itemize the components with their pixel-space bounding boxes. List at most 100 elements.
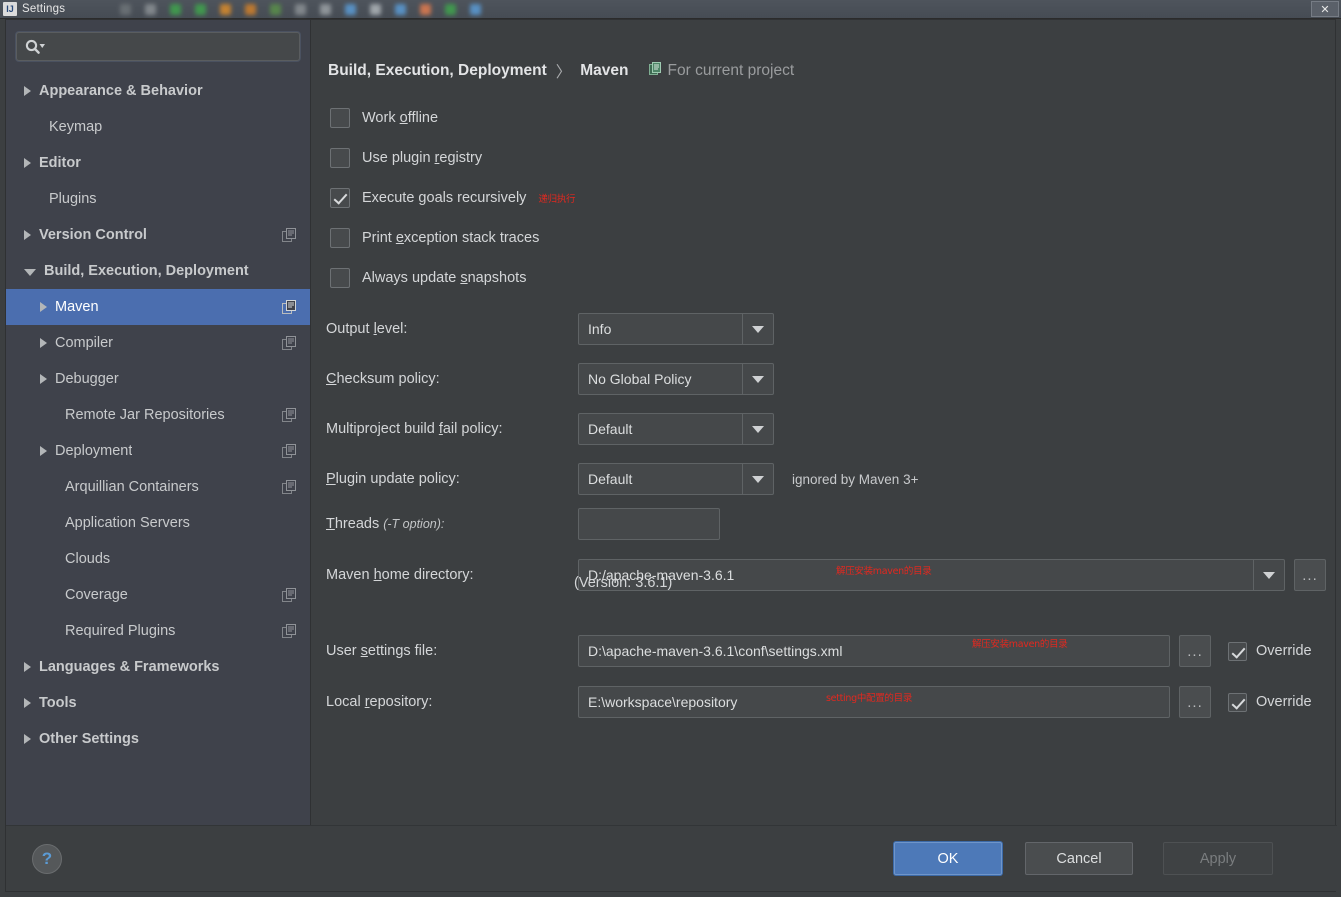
print-exception-stack-traces-checkbox[interactable] <box>330 228 350 248</box>
ok-button[interactable]: OK <box>894 842 1002 875</box>
chevron-down-icon[interactable] <box>742 314 773 344</box>
user-settings-file-value: D:\apache-maven-3.6.1\conf\settings.xml <box>588 643 843 659</box>
chevron-down-icon[interactable] <box>24 268 36 276</box>
sidebar-item-label: Tools <box>39 695 77 711</box>
field-row-checksum-policy: Checksum policy: No Global Policy <box>326 363 1096 395</box>
user-settings-override-checkbox[interactable] <box>1228 641 1247 661</box>
field-row-output-level: Output level: Info <box>326 313 1096 345</box>
local-repository-override-row[interactable]: Override <box>1228 692 1312 712</box>
search-input[interactable] <box>50 39 291 54</box>
sidebar-item-label: Required Plugins <box>65 623 176 639</box>
threads-label-option: (-T option): <box>383 517 445 531</box>
output-level-value: Info <box>588 321 612 337</box>
background-toolbar-icons <box>120 0 920 19</box>
chevron-down-icon[interactable] <box>742 464 773 494</box>
user-settings-override-row[interactable]: Override <box>1228 641 1312 661</box>
help-button[interactable]: ? <box>32 844 62 874</box>
user-settings-override-label: Override <box>1256 643 1312 659</box>
chevron-right-icon[interactable] <box>40 338 47 348</box>
apply-button[interactable]: Apply <box>1163 842 1273 875</box>
execute-goals-recursively-checkbox[interactable] <box>330 188 350 208</box>
sidebar-item-label: Appearance & Behavior <box>39 83 203 99</box>
checkbox-row-always-update-snapshots[interactable]: Always update snapshots <box>330 268 526 288</box>
search-box[interactable] <box>16 32 300 61</box>
checkbox-row-use-plugin-registry[interactable]: Use plugin registry <box>330 148 482 168</box>
chevron-down-icon[interactable] <box>742 414 773 444</box>
field-row-multiproject-build-fail-policy: Multiproject build fail policy: Default <box>326 413 1096 445</box>
always-update-snapshots-label: Always update snapshots <box>362 270 527 286</box>
sidebar-item-label: Compiler <box>55 335 114 351</box>
chevron-right-icon[interactable] <box>24 158 31 168</box>
local-repository-label: Local repository: <box>326 694 433 710</box>
sidebar-item-plugins[interactable]: Plugins <box>6 181 310 217</box>
sidebar-item-arquillian-containers[interactable]: Arquillian Containers <box>6 469 310 505</box>
checkbox-row-work-offline[interactable]: Work offline <box>330 108 438 128</box>
chevron-right-icon[interactable] <box>24 230 31 240</box>
cancel-button[interactable]: Cancel <box>1025 842 1133 875</box>
breadcrumb: Build, Execution, Deployment 〉 Maven For… <box>328 60 794 82</box>
sidebar-item-maven[interactable]: Maven <box>6 289 310 325</box>
breadcrumb-separator: 〉 <box>555 64 572 81</box>
threads-input[interactable] <box>578 508 720 540</box>
sidebar-item-other-settings[interactable]: Other Settings <box>6 721 310 757</box>
sidebar-item-deployment[interactable]: Deployment <box>6 433 310 469</box>
annotation-user-settings: 解压安装maven的目录 <box>972 639 1068 650</box>
chevron-right-icon[interactable] <box>24 698 31 708</box>
sidebar-item-compiler[interactable]: Compiler <box>6 325 310 361</box>
project-settings-icon <box>282 624 296 642</box>
checksum-policy-combo[interactable]: No Global Policy <box>578 363 774 395</box>
project-settings-icon <box>648 62 662 80</box>
user-settings-file-label: User settings file: <box>326 643 438 659</box>
checksum-policy-value: No Global Policy <box>588 371 692 387</box>
local-repository-override-checkbox[interactable] <box>1228 692 1247 712</box>
annotation-local-repository: setting中配置的目录 <box>826 693 913 704</box>
checkbox-row-print-exception-stack-traces[interactable]: Print exception stack traces <box>330 228 539 248</box>
sidebar-item-version-control[interactable]: Version Control <box>6 217 310 253</box>
sidebar-item-tools[interactable]: Tools <box>6 685 310 721</box>
maven-version-note: (Version: 3.6.1) <box>574 575 673 591</box>
breadcrumb-parent[interactable]: Build, Execution, Deployment <box>328 62 547 80</box>
sidebar-item-languages-frameworks[interactable]: Languages & Frameworks <box>6 649 310 685</box>
work-offline-checkbox[interactable] <box>330 108 350 128</box>
sidebar-item-debugger[interactable]: Debugger <box>6 361 310 397</box>
local-repository-browse-button[interactable]: ... <box>1179 686 1211 718</box>
maven-home-browse-button[interactable]: ... <box>1294 559 1326 591</box>
chevron-right-icon[interactable] <box>40 302 47 312</box>
close-window-button[interactable]: ✕ <box>1311 1 1339 17</box>
sidebar-item-build-execution-deployment[interactable]: Build, Execution, Deployment <box>6 253 310 289</box>
sidebar-item-coverage[interactable]: Coverage <box>6 577 310 613</box>
chevron-right-icon[interactable] <box>40 446 47 456</box>
execute-goals-recursively-label: Execute goals recursively <box>362 190 527 206</box>
sidebar-item-required-plugins[interactable]: Required Plugins <box>6 613 310 649</box>
sidebar-item-application-servers[interactable]: Application Servers <box>6 505 310 541</box>
sidebar-item-remote-jar-repositories[interactable]: Remote Jar Repositories <box>6 397 310 433</box>
chevron-down-icon[interactable] <box>742 364 773 394</box>
output-level-combo[interactable]: Info <box>578 313 774 345</box>
chevron-down-icon[interactable] <box>1253 560 1284 590</box>
search-icon[interactable] <box>25 39 45 55</box>
sidebar-item-appearance-behavior[interactable]: Appearance & Behavior <box>6 73 310 109</box>
sidebar-item-label: Deployment <box>55 443 133 459</box>
use-plugin-registry-checkbox[interactable] <box>330 148 350 168</box>
chevron-right-icon[interactable] <box>24 662 31 672</box>
sidebar-item-label: Remote Jar Repositories <box>65 407 225 423</box>
sidebar-item-label: Editor <box>39 155 81 171</box>
plugin-update-policy-combo[interactable]: Default <box>578 463 774 495</box>
multiproject-build-fail-policy-combo[interactable]: Default <box>578 413 774 445</box>
sidebar-item-label: Version Control <box>39 227 147 243</box>
sidebar-item-label: Coverage <box>65 587 128 603</box>
sidebar-item-clouds[interactable]: Clouds <box>6 541 310 577</box>
field-row-threads: Threads (-T option): <box>326 508 1096 540</box>
checkbox-row-execute-goals-recursively[interactable]: Execute goals recursively 递归执行 <box>330 188 576 208</box>
sidebar-item-keymap[interactable]: Keymap <box>6 109 310 145</box>
chevron-right-icon[interactable] <box>40 374 47 384</box>
maven-home-directory-label: Maven home directory: <box>326 567 474 583</box>
chevron-right-icon[interactable] <box>24 734 31 744</box>
always-update-snapshots-checkbox[interactable] <box>330 268 350 288</box>
annotation-execute-goals: 递归执行 <box>538 194 576 205</box>
sidebar-item-editor[interactable]: Editor <box>6 145 310 181</box>
settings-content-pane: Build, Execution, Deployment 〉 Maven For… <box>312 20 1335 826</box>
chevron-right-icon[interactable] <box>24 86 31 96</box>
sidebar-item-label: Build, Execution, Deployment <box>44 263 249 279</box>
user-settings-browse-button[interactable]: ... <box>1179 635 1211 667</box>
